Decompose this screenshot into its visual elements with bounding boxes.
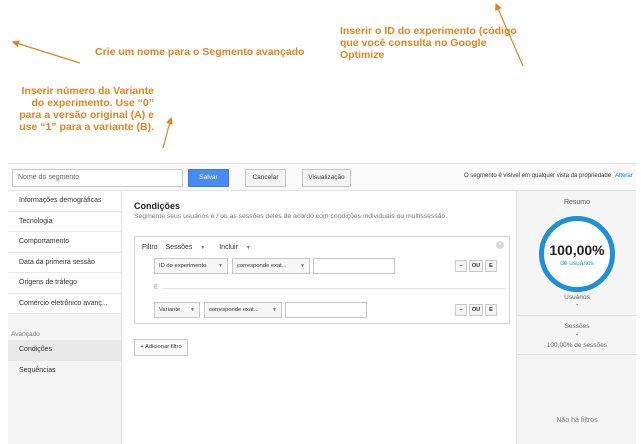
change-visibility-link[interactable]: Alterar	[615, 173, 633, 179]
arrow-to-variant	[162, 116, 173, 149]
variant-input[interactable]	[285, 302, 367, 318]
users-percentage-ring: 100,00% de usuários	[539, 216, 615, 292]
users-percentage: 100,00%	[549, 242, 605, 258]
conditions-panel: Condições Segmente seus usuários e / ou …	[122, 191, 515, 444]
filter-group: Filtro Sessões ▼ Incluir ▼ × ID do exper…	[134, 236, 510, 324]
chevron-down-icon: ▼	[245, 245, 251, 251]
nav-item-traffic-sources[interactable]: Origens de tráfego	[8, 273, 121, 294]
nav-item-sequences[interactable]: Sequências	[8, 361, 121, 382]
remove-condition-button[interactable]: −	[455, 260, 467, 272]
chevron-down-icon: ▼	[272, 307, 277, 313]
sessions-value: -	[575, 332, 579, 339]
summary-title: Resumo	[563, 199, 591, 206]
dimension-select-experiment-id[interactable]: ID do experimento ▼	[154, 258, 228, 274]
include-value: Incluir	[219, 244, 238, 251]
dimension-value: Variante	[159, 307, 181, 313]
users-label: Usuários	[564, 294, 590, 301]
annotation-variant-number: Inserir número da Variante do experiment…	[19, 85, 154, 133]
filter-label: Filtro	[142, 244, 158, 251]
users-percentage-label: de usuários	[560, 260, 594, 267]
chevron-down-icon: ▼	[200, 245, 206, 251]
segment-category-nav: Informações demográficas Tecnologia Comp…	[8, 191, 122, 444]
users-value: -	[575, 302, 579, 309]
conditions-title: Condições	[134, 201, 181, 211]
separator-line	[162, 288, 505, 289]
summary-panel: Resumo 100,00% de usuários Usuários - Se…	[516, 191, 637, 444]
save-button[interactable]: Salvar	[188, 169, 229, 187]
and-separator: E	[154, 285, 159, 291]
operator-select-variant[interactable]: corresponde exat... ▼	[204, 302, 282, 318]
remove-condition-button[interactable]: −	[455, 304, 467, 316]
sessions-label: Sessões	[564, 323, 590, 330]
close-icon[interactable]: ×	[496, 241, 504, 249]
preview-button[interactable]: Visualização	[302, 169, 351, 187]
operator-value: corresponde exat...	[209, 307, 259, 313]
chevron-down-icon: ▼	[190, 307, 195, 313]
or-button[interactable]: OU	[469, 260, 483, 272]
dimension-select-variant[interactable]: Variante ▼	[154, 302, 200, 318]
annotation-segment-name: Crie um nome para o Segmento avançado	[95, 46, 305, 58]
annotation-experiment-id: Inserir o ID do experimento (código que …	[340, 25, 517, 61]
dimension-value: ID do experimento	[159, 263, 207, 269]
chevron-down-icon: ▼	[300, 263, 305, 269]
no-filters-text: Não há filtros	[556, 417, 598, 424]
nav-item-demographics[interactable]: Informações demográficas	[8, 191, 121, 212]
segment-toolbar: Nome do segmento Salvar Cancelar Visuali…	[8, 163, 636, 191]
visibility-note: O segmento é visível em qualquer vista d…	[464, 173, 633, 179]
chevron-down-icon: ▼	[218, 263, 223, 269]
visibility-text: O segmento é visível em qualquer vista d…	[464, 173, 612, 179]
operator-value: corresponde exat...	[237, 263, 287, 269]
or-button[interactable]: OU	[469, 304, 483, 316]
add-filter-button[interactable]: + Adicionar filtro	[134, 339, 188, 356]
conditions-subtitle: Segmente seus usuários e / ou as sessões…	[134, 213, 448, 220]
arrow-to-name-field	[11, 40, 81, 64]
include-dropdown[interactable]: Incluir ▼	[219, 244, 257, 251]
nav-item-technology[interactable]: Tecnologia	[8, 211, 121, 232]
experiment-id-input[interactable]	[313, 258, 395, 274]
nav-item-behavior[interactable]: Comportamento	[8, 232, 121, 253]
nav-item-ecommerce[interactable]: Comércio eletrônico avanç...	[8, 293, 121, 314]
summary-divider	[517, 354, 637, 355]
nav-item-conditions[interactable]: Condições	[8, 340, 121, 361]
summary-divider	[517, 315, 637, 316]
filter-header: Filtro Sessões ▼ Incluir ▼	[142, 244, 263, 251]
and-button[interactable]: E	[485, 304, 497, 316]
cancel-button[interactable]: Cancelar	[245, 169, 286, 187]
sessions-percentage: 100,00% de sessões	[546, 342, 608, 349]
scope-value: Sessões	[165, 244, 193, 251]
segment-name-input[interactable]: Nome do segmento	[12, 169, 183, 187]
nav-item-first-session-date[interactable]: Data da primeira sessão	[8, 252, 121, 273]
nav-section-advanced: Avançado	[11, 331, 40, 338]
and-button[interactable]: E	[485, 260, 497, 272]
operator-select-experiment-id[interactable]: corresponde exat... ▼	[232, 258, 310, 274]
scope-dropdown[interactable]: Sessões ▼	[166, 244, 212, 251]
